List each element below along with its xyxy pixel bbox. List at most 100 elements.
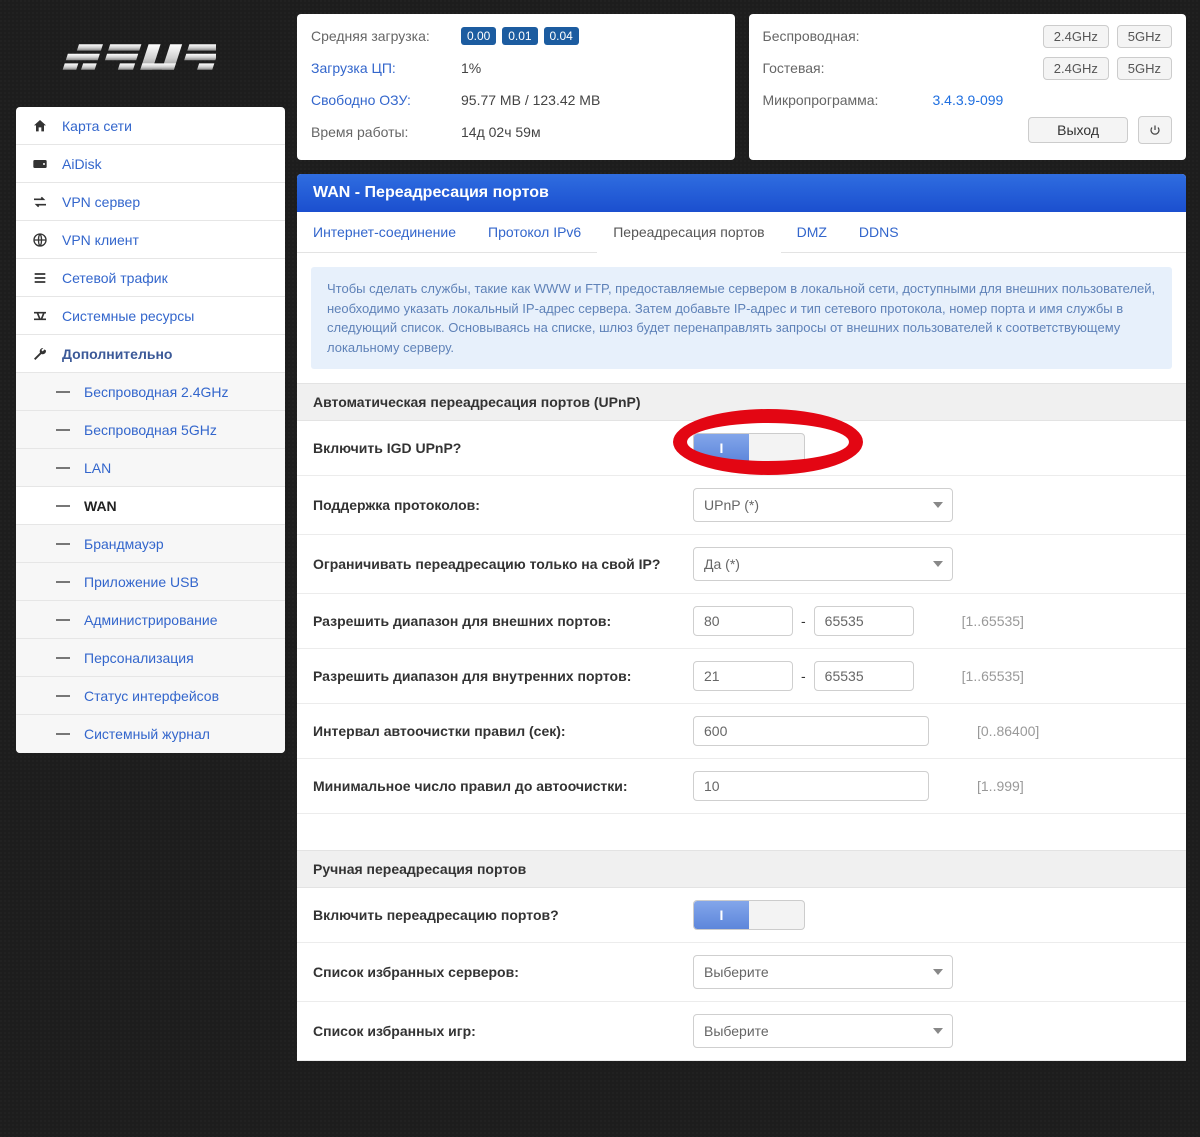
nav-label: Администрирование bbox=[84, 612, 218, 628]
guest-label: Гостевая: bbox=[763, 60, 933, 76]
nav-label: Карта сети bbox=[62, 118, 132, 134]
load-pill: 0.01 bbox=[502, 27, 537, 45]
clean-min-input[interactable] bbox=[693, 771, 929, 801]
row-ext-range: Разрешить диапазон для внешних портов: -… bbox=[297, 594, 1186, 649]
nav-label: LAN bbox=[84, 460, 111, 476]
nav-sub-wifi24[interactable]: Беспроводная 2.4GHz bbox=[16, 373, 285, 411]
tab-ddns[interactable]: DDNS bbox=[843, 212, 915, 252]
nav-traffic[interactable]: Сетевой трафик bbox=[16, 259, 285, 297]
dash-icon bbox=[56, 581, 70, 583]
toggle-on: I bbox=[694, 434, 749, 462]
restrict-select[interactable]: Да (*) bbox=[693, 547, 953, 581]
nav-label: AiDisk bbox=[62, 156, 102, 172]
nav-aidisk[interactable]: AiDisk bbox=[16, 145, 285, 183]
ram-label[interactable]: Свободно ОЗУ: bbox=[311, 92, 461, 108]
dash-icon bbox=[56, 505, 70, 507]
manual-enable-label: Включить переадресацию портов? bbox=[313, 907, 693, 923]
wrench-icon bbox=[30, 346, 50, 362]
int-to-input[interactable] bbox=[814, 661, 914, 691]
load-pill: 0.00 bbox=[461, 27, 496, 45]
int-hint: [1..65535] bbox=[962, 668, 1024, 684]
section-upnp: Автоматическая переадресация портов (UPn… bbox=[297, 383, 1186, 421]
range-dash: - bbox=[801, 613, 806, 629]
row-clean-interval: Интервал автоочистки правил (сек): [0..8… bbox=[297, 704, 1186, 759]
protocol-label: Поддержка протоколов: bbox=[313, 497, 693, 513]
nav-label: Системный журнал bbox=[84, 726, 210, 742]
nav-sub-syslog[interactable]: Системный журнал bbox=[16, 715, 285, 753]
fav-servers-label: Список избранных серверов: bbox=[313, 964, 693, 980]
nav-sub-ifstatus[interactable]: Статус интерфейсов bbox=[16, 677, 285, 715]
clean-min-label: Минимальное число правил до автоочистки: bbox=[313, 778, 693, 794]
nav-network-map[interactable]: Карта сети bbox=[16, 107, 285, 145]
logout-button[interactable]: Выход bbox=[1028, 117, 1128, 143]
clean-interval-label: Интервал автоочистки правил (сек): bbox=[313, 723, 693, 739]
protocol-select[interactable]: UPnP (*) bbox=[693, 488, 953, 522]
dash-icon bbox=[56, 733, 70, 735]
nav-sub-lan[interactable]: LAN bbox=[16, 449, 285, 487]
dash-icon bbox=[56, 467, 70, 469]
guest-5-button[interactable]: 5GHz bbox=[1117, 57, 1172, 80]
swap-icon bbox=[30, 195, 50, 209]
uptime-value: 14д 02ч 59м bbox=[461, 124, 541, 140]
home-icon bbox=[30, 118, 50, 134]
nav-label: Беспроводная 2.4GHz bbox=[84, 384, 229, 400]
nav-label: Дополнительно bbox=[62, 346, 172, 362]
tab-internet[interactable]: Интернет-соединение bbox=[297, 212, 472, 252]
nav-sysres[interactable]: Системные ресурсы bbox=[16, 297, 285, 335]
cpu-label[interactable]: Загрузка ЦП: bbox=[311, 60, 461, 76]
nav-sub-usb[interactable]: Приложение USB bbox=[16, 563, 285, 601]
ext-to-input[interactable] bbox=[814, 606, 914, 636]
power-button[interactable] bbox=[1138, 116, 1172, 144]
nav-vpn-client[interactable]: VPN клиент bbox=[16, 221, 285, 259]
ext-from-input[interactable] bbox=[693, 606, 793, 636]
firmware-value[interactable]: 3.4.3.9-099 bbox=[933, 92, 1004, 108]
nav-label: Приложение USB bbox=[84, 574, 199, 590]
upnp-enable-toggle[interactable]: I bbox=[693, 433, 805, 463]
ext-hint: [1..65535] bbox=[962, 613, 1024, 629]
nav-sub-firewall[interactable]: Брандмауэр bbox=[16, 525, 285, 563]
nav-label: Брандмауэр bbox=[84, 536, 164, 552]
dash-icon bbox=[56, 619, 70, 621]
dash-icon bbox=[56, 429, 70, 431]
wireless-label: Беспроводная: bbox=[763, 28, 933, 44]
guest-24-button[interactable]: 2.4GHz bbox=[1043, 57, 1109, 80]
ram-value: 95.77 MB / 123.42 MB bbox=[461, 92, 600, 108]
nav-sub-wifi5[interactable]: Беспроводная 5GHz bbox=[16, 411, 285, 449]
cpu-value: 1% bbox=[461, 60, 481, 76]
nav-label: VPN клиент bbox=[62, 232, 139, 248]
load-avg-values: 0.00 0.01 0.04 bbox=[461, 27, 581, 45]
card-title: WAN - Переадресация портов bbox=[297, 174, 1186, 212]
dash-icon bbox=[56, 391, 70, 393]
clean-interval-input[interactable] bbox=[693, 716, 929, 746]
nav-label: Беспроводная 5GHz bbox=[84, 422, 217, 438]
wireless-24-button[interactable]: 2.4GHz bbox=[1043, 25, 1109, 48]
ext-range-label: Разрешить диапазон для внешних портов: bbox=[313, 613, 693, 629]
toggle-off bbox=[749, 901, 804, 929]
brand-logo bbox=[16, 14, 285, 107]
nav-sub-personal[interactable]: Персонализация bbox=[16, 639, 285, 677]
manual-enable-toggle[interactable]: I bbox=[693, 900, 805, 930]
dash-icon bbox=[56, 695, 70, 697]
fav-games-label: Список избранных игр: bbox=[313, 1023, 693, 1039]
toggle-off bbox=[749, 434, 804, 462]
dash-icon bbox=[56, 657, 70, 659]
nav-vpn-server[interactable]: VPN сервер bbox=[16, 183, 285, 221]
nav-sub-admin[interactable]: Администрирование bbox=[16, 601, 285, 639]
asus-logo-icon bbox=[56, 36, 216, 82]
nav-label: Персонализация bbox=[84, 650, 194, 666]
fav-games-select[interactable]: Выберите bbox=[693, 1014, 953, 1048]
load-avg-label: Средняя загрузка: bbox=[311, 28, 461, 44]
nav-advanced[interactable]: Дополнительно bbox=[16, 335, 285, 373]
main-card: WAN - Переадресация портов Интернет-соед… bbox=[297, 174, 1186, 1061]
tab-dmz[interactable]: DMZ bbox=[781, 212, 843, 252]
wireless-5-button[interactable]: 5GHz bbox=[1117, 25, 1172, 48]
nav-sub-wan[interactable]: WAN bbox=[16, 487, 285, 525]
nav-label: WAN bbox=[84, 498, 117, 514]
nav-label: VPN сервер bbox=[62, 194, 140, 210]
tab-portfwd[interactable]: Переадресация портов bbox=[597, 212, 780, 252]
int-from-input[interactable] bbox=[693, 661, 793, 691]
firmware-label: Микропрограмма: bbox=[763, 92, 933, 108]
row-fav-games: Список избранных игр: Выберите bbox=[297, 1002, 1186, 1061]
tab-ipv6[interactable]: Протокол IPv6 bbox=[472, 212, 597, 252]
fav-servers-select[interactable]: Выберите bbox=[693, 955, 953, 989]
